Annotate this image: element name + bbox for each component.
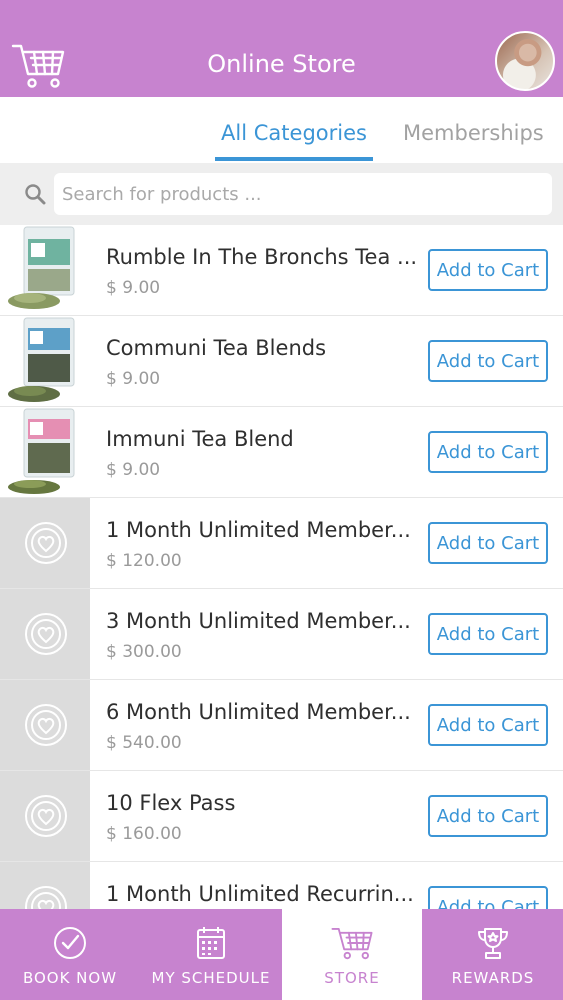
product-name[interactable]: 1 Month Unlimited Recurrin... <box>106 882 416 906</box>
add-to-cart-button[interactable]: Add to Cart <box>428 340 548 382</box>
product-price: $ 9.00 <box>106 460 161 480</box>
list-item: Immuni Tea Blend $ 9.00 Add to Cart <box>0 407 563 498</box>
product-name[interactable]: Communi Tea Blends <box>106 336 416 360</box>
check-circle-icon <box>54 927 86 959</box>
logo-placeholder-icon <box>25 795 67 837</box>
list-item: Rumble In The Bronchs Tea ... $ 9.00 Add… <box>0 225 563 316</box>
nav-my-schedule[interactable]: MY SCHEDULE <box>141 909 281 1000</box>
nav-label: REWARDS <box>451 969 535 987</box>
logo-placeholder-icon <box>25 704 67 746</box>
calendar-icon <box>197 927 225 959</box>
add-to-cart-button[interactable]: Add to Cart <box>428 522 548 564</box>
nav-book-now[interactable]: BOOK NOW <box>0 909 140 1000</box>
add-to-cart-button[interactable]: Add to Cart <box>428 704 548 746</box>
search-icon <box>25 184 46 205</box>
product-image[interactable] <box>0 407 90 497</box>
nav-label: BOOK NOW <box>22 969 118 987</box>
tab-memberships[interactable]: Memberships <box>403 121 544 145</box>
product-price: $ 120.00 <box>106 551 182 571</box>
list-item: 3 Month Unlimited Member... $ 300.00 Add… <box>0 589 563 680</box>
product-name[interactable]: 10 Flex Pass <box>106 791 416 815</box>
product-name[interactable]: 3 Month Unlimited Member... <box>106 609 416 633</box>
shopping-cart-icon <box>331 927 373 960</box>
app-header: Online Store <box>0 0 563 97</box>
product-image[interactable] <box>0 316 90 406</box>
search-bar <box>0 163 563 225</box>
add-to-cart-button[interactable]: Add to Cart <box>428 249 548 291</box>
nav-label: STORE <box>324 969 380 987</box>
add-to-cart-button[interactable]: Add to Cart <box>428 613 548 655</box>
add-to-cart-button[interactable]: Add to Cart <box>428 795 548 837</box>
logo-placeholder-icon <box>25 522 67 564</box>
product-price: $ 300.00 <box>106 642 182 662</box>
product-image-placeholder[interactable] <box>0 771 90 861</box>
product-image-placeholder[interactable] <box>0 862 90 909</box>
list-item: 1 Month Unlimited Recurrin... Add to Car… <box>0 862 563 909</box>
product-image-placeholder[interactable] <box>0 498 90 588</box>
list-item: 6 Month Unlimited Member... $ 540.00 Add… <box>0 680 563 771</box>
tab-all-categories[interactable]: All Categories <box>215 121 373 161</box>
product-name[interactable]: Immuni Tea Blend <box>106 427 416 451</box>
product-price: $ 540.00 <box>106 733 182 753</box>
list-item: 10 Flex Pass $ 160.00 Add to Cart <box>0 771 563 862</box>
product-image[interactable] <box>0 225 90 315</box>
category-tabs: All Categories Memberships <box>0 97 563 163</box>
bottom-navigation: BOOK NOW MY SCHEDULE STORE REWARDS <box>0 909 563 1000</box>
logo-placeholder-icon <box>25 613 67 655</box>
avatar[interactable] <box>495 31 555 91</box>
search-input[interactable] <box>54 173 552 215</box>
nav-rewards[interactable]: REWARDS <box>423 909 563 1000</box>
product-price: $ 9.00 <box>106 278 161 298</box>
product-name[interactable]: 6 Month Unlimited Member... <box>106 700 416 724</box>
product-image-placeholder[interactable] <box>0 589 90 679</box>
trophy-icon <box>478 928 508 959</box>
list-item: Communi Tea Blends $ 9.00 Add to Cart <box>0 316 563 407</box>
logo-placeholder-icon <box>25 886 67 909</box>
list-item: 1 Month Unlimited Member... $ 120.00 Add… <box>0 498 563 589</box>
add-to-cart-button[interactable]: Add to Cart <box>428 431 548 473</box>
product-name[interactable]: Rumble In The Bronchs Tea ... <box>106 245 416 269</box>
product-price: $ 9.00 <box>106 369 161 389</box>
page-title: Online Store <box>207 50 356 78</box>
nav-store[interactable]: STORE <box>282 909 422 1000</box>
nav-label: MY SCHEDULE <box>151 969 271 987</box>
product-price: $ 160.00 <box>106 824 182 844</box>
add-to-cart-button[interactable]: Add to Cart <box>428 886 548 909</box>
product-list: Rumble In The Bronchs Tea ... $ 9.00 Add… <box>0 225 563 909</box>
product-image-placeholder[interactable] <box>0 680 90 770</box>
product-name[interactable]: 1 Month Unlimited Member... <box>106 518 416 542</box>
